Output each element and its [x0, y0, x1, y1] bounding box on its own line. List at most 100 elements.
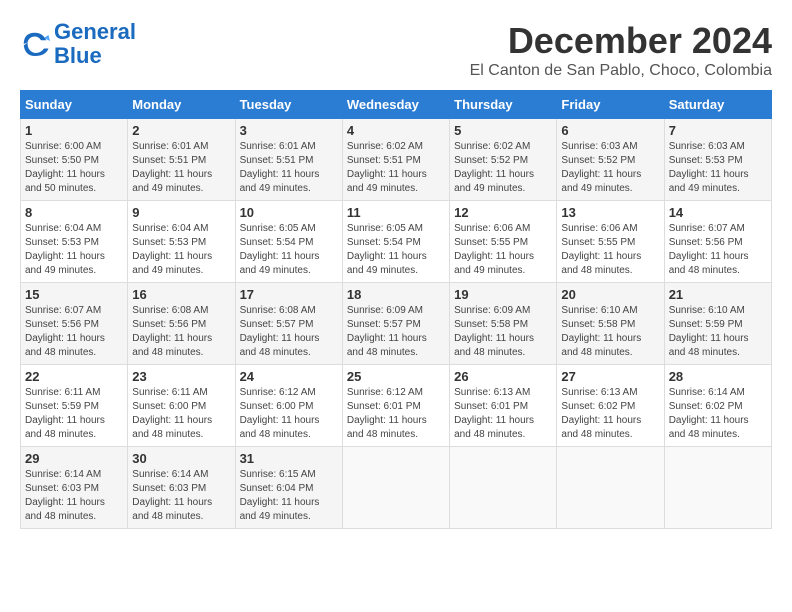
day-info: Sunrise: 6:11 AMSunset: 5:59 PMDaylight:… — [25, 386, 123, 442]
day-number: 21 — [669, 287, 767, 302]
day-cell: 19Sunrise: 6:09 AMSunset: 5:58 PMDayligh… — [450, 283, 557, 365]
page-header: General Blue December 2024 El Canton de … — [20, 20, 772, 80]
calendar-header-row: SundayMondayTuesdayWednesdayThursdayFrid… — [21, 91, 772, 119]
day-cell: 31 Sunrise: 6:15 AMSunset: 6:04 PMDayligh… — [235, 447, 342, 529]
day-number: 11 — [347, 205, 445, 220]
day-cell: 3Sunrise: 6:01 AMSunset: 5:51 PMDaylight… — [235, 119, 342, 201]
week-row-4: 22Sunrise: 6:11 AMSunset: 5:59 PMDayligh… — [21, 365, 772, 447]
day-number: 6 — [561, 123, 659, 138]
day-info: Sunrise: 6:10 AMSunset: 5:58 PMDaylight:… — [561, 304, 659, 360]
day-info: Sunrise: 6:12 AMSunset: 6:00 PMDaylight:… — [240, 386, 338, 442]
day-cell: 13 Sunrise: 6:06 AMSunset: 5:55 PMDayligh… — [557, 201, 664, 283]
header-saturday: Saturday — [664, 91, 771, 119]
day-info: Sunrise: 6:14 AMSunset: 6:02 PMDaylight:… — [669, 386, 767, 442]
day-info: Sunrise: 6:03 AMSunset: 5:53 PMDaylight:… — [669, 140, 767, 196]
day-cell: 8 Sunrise: 6:04 AMSunset: 5:53 PMDaylight… — [21, 201, 128, 283]
day-info: Sunrise: 6:05 AMSunset: 5:54 PMDaylight:… — [240, 222, 338, 278]
header-wednesday: Wednesday — [342, 91, 449, 119]
day-number: 31 — [240, 451, 338, 466]
day-cell: 30 Sunrise: 6:14 AMSunset: 6:03 PMDayligh… — [128, 447, 235, 529]
day-number: 27 — [561, 369, 659, 384]
day-cell: 27 Sunrise: 6:13 AMSunset: 6:02 PMDayligh… — [557, 365, 664, 447]
logo: General Blue — [20, 20, 136, 68]
day-cell — [557, 447, 664, 529]
day-info: Sunrise: 6:15 AMSunset: 6:04 PMDaylight:… — [240, 468, 338, 524]
day-number: 13 — [561, 205, 659, 220]
calendar-table: SundayMondayTuesdayWednesdayThursdayFrid… — [20, 90, 772, 529]
day-cell: 24 Sunrise: 6:12 AMSunset: 6:00 PMDayligh… — [235, 365, 342, 447]
day-info: Sunrise: 6:08 AMSunset: 5:56 PMDaylight:… — [132, 304, 230, 360]
day-info: Sunrise: 6:04 AMSunset: 5:53 PMDaylight:… — [25, 222, 123, 278]
day-info: Sunrise: 6:14 AMSunset: 6:03 PMDaylight:… — [132, 468, 230, 524]
day-info: Sunrise: 6:07 AMSunset: 5:56 PMDaylight:… — [25, 304, 123, 360]
day-cell: 23Sunrise: 6:11 AMSunset: 6:00 PMDayligh… — [128, 365, 235, 447]
day-info: Sunrise: 6:05 AMSunset: 5:54 PMDaylight:… — [347, 222, 445, 278]
day-number: 8 — [25, 205, 123, 220]
day-number: 25 — [347, 369, 445, 384]
day-info: Sunrise: 6:03 AMSunset: 5:52 PMDaylight:… — [561, 140, 659, 196]
day-number: 18 — [347, 287, 445, 302]
day-number: 26 — [454, 369, 552, 384]
day-cell: 4Sunrise: 6:02 AMSunset: 5:51 PMDaylight… — [342, 119, 449, 201]
day-number: 24 — [240, 369, 338, 384]
day-info: Sunrise: 6:13 AMSunset: 6:01 PMDaylight:… — [454, 386, 552, 442]
day-cell: 9 Sunrise: 6:04 AMSunset: 5:53 PMDaylight… — [128, 201, 235, 283]
logo-icon — [20, 29, 50, 59]
day-cell: 26 Sunrise: 6:13 AMSunset: 6:01 PMDayligh… — [450, 365, 557, 447]
day-cell: 11 Sunrise: 6:05 AMSunset: 5:54 PMDayligh… — [342, 201, 449, 283]
day-cell: 16 Sunrise: 6:08 AMSunset: 5:56 PMDayligh… — [128, 283, 235, 365]
day-info: Sunrise: 6:08 AMSunset: 5:57 PMDaylight:… — [240, 304, 338, 360]
day-number: 30 — [132, 451, 230, 466]
header-thursday: Thursday — [450, 91, 557, 119]
day-info: Sunrise: 6:02 AMSunset: 5:51 PMDaylight:… — [347, 140, 445, 196]
title-section: December 2024 El Canton de San Pablo, Ch… — [470, 20, 772, 80]
day-cell: 10 Sunrise: 6:05 AMSunset: 5:54 PMDayligh… — [235, 201, 342, 283]
day-cell: 28 Sunrise: 6:14 AMSunset: 6:02 PMDayligh… — [664, 365, 771, 447]
week-row-3: 15 Sunrise: 6:07 AMSunset: 5:56 PMDayligh… — [21, 283, 772, 365]
day-number: 12 — [454, 205, 552, 220]
day-number: 2 — [132, 123, 230, 138]
day-cell: 1 Sunrise: 6:00 AMSunset: 5:50 PMDaylight… — [21, 119, 128, 201]
day-number: 28 — [669, 369, 767, 384]
day-number: 19 — [454, 287, 552, 302]
day-number: 5 — [454, 123, 552, 138]
week-row-1: 1 Sunrise: 6:00 AMSunset: 5:50 PMDaylight… — [21, 119, 772, 201]
location: El Canton de San Pablo, Choco, Colombia — [470, 62, 772, 80]
day-info: Sunrise: 6:09 AMSunset: 5:57 PMDaylight:… — [347, 304, 445, 360]
day-cell: 7Sunrise: 6:03 AMSunset: 5:53 PMDaylight… — [664, 119, 771, 201]
day-info: Sunrise: 6:00 AMSunset: 5:50 PMDaylight:… — [25, 140, 123, 196]
header-friday: Friday — [557, 91, 664, 119]
day-cell: 18 Sunrise: 6:09 AMSunset: 5:57 PMDayligh… — [342, 283, 449, 365]
day-cell: 29 Sunrise: 6:14 AMSunset: 6:03 PMDayligh… — [21, 447, 128, 529]
week-row-5: 29 Sunrise: 6:14 AMSunset: 6:03 PMDayligh… — [21, 447, 772, 529]
day-cell — [450, 447, 557, 529]
day-info: Sunrise: 6:04 AMSunset: 5:53 PMDaylight:… — [132, 222, 230, 278]
day-cell — [664, 447, 771, 529]
day-cell — [342, 447, 449, 529]
day-info: Sunrise: 6:14 AMSunset: 6:03 PMDaylight:… — [25, 468, 123, 524]
header-monday: Monday — [128, 91, 235, 119]
week-row-2: 8 Sunrise: 6:04 AMSunset: 5:53 PMDaylight… — [21, 201, 772, 283]
day-info: Sunrise: 6:06 AMSunset: 5:55 PMDaylight:… — [561, 222, 659, 278]
day-info: Sunrise: 6:12 AMSunset: 6:01 PMDaylight:… — [347, 386, 445, 442]
day-number: 16 — [132, 287, 230, 302]
day-number: 1 — [25, 123, 123, 138]
day-cell: 15 Sunrise: 6:07 AMSunset: 5:56 PMDayligh… — [21, 283, 128, 365]
day-number: 15 — [25, 287, 123, 302]
day-info: Sunrise: 6:01 AMSunset: 5:51 PMDaylight:… — [132, 140, 230, 196]
day-number: 23 — [132, 369, 230, 384]
day-number: 17 — [240, 287, 338, 302]
day-number: 3 — [240, 123, 338, 138]
day-number: 9 — [132, 205, 230, 220]
header-tuesday: Tuesday — [235, 91, 342, 119]
day-number: 14 — [669, 205, 767, 220]
day-cell: 17 Sunrise: 6:08 AMSunset: 5:57 PMDayligh… — [235, 283, 342, 365]
day-number: 29 — [25, 451, 123, 466]
header-sunday: Sunday — [21, 91, 128, 119]
day-cell: 20Sunrise: 6:10 AMSunset: 5:58 PMDayligh… — [557, 283, 664, 365]
day-cell: 21Sunrise: 6:10 AMSunset: 5:59 PMDayligh… — [664, 283, 771, 365]
day-cell: 22Sunrise: 6:11 AMSunset: 5:59 PMDayligh… — [21, 365, 128, 447]
day-number: 10 — [240, 205, 338, 220]
day-info: Sunrise: 6:13 AMSunset: 6:02 PMDaylight:… — [561, 386, 659, 442]
day-cell: 2 Sunrise: 6:01 AMSunset: 5:51 PMDaylight… — [128, 119, 235, 201]
